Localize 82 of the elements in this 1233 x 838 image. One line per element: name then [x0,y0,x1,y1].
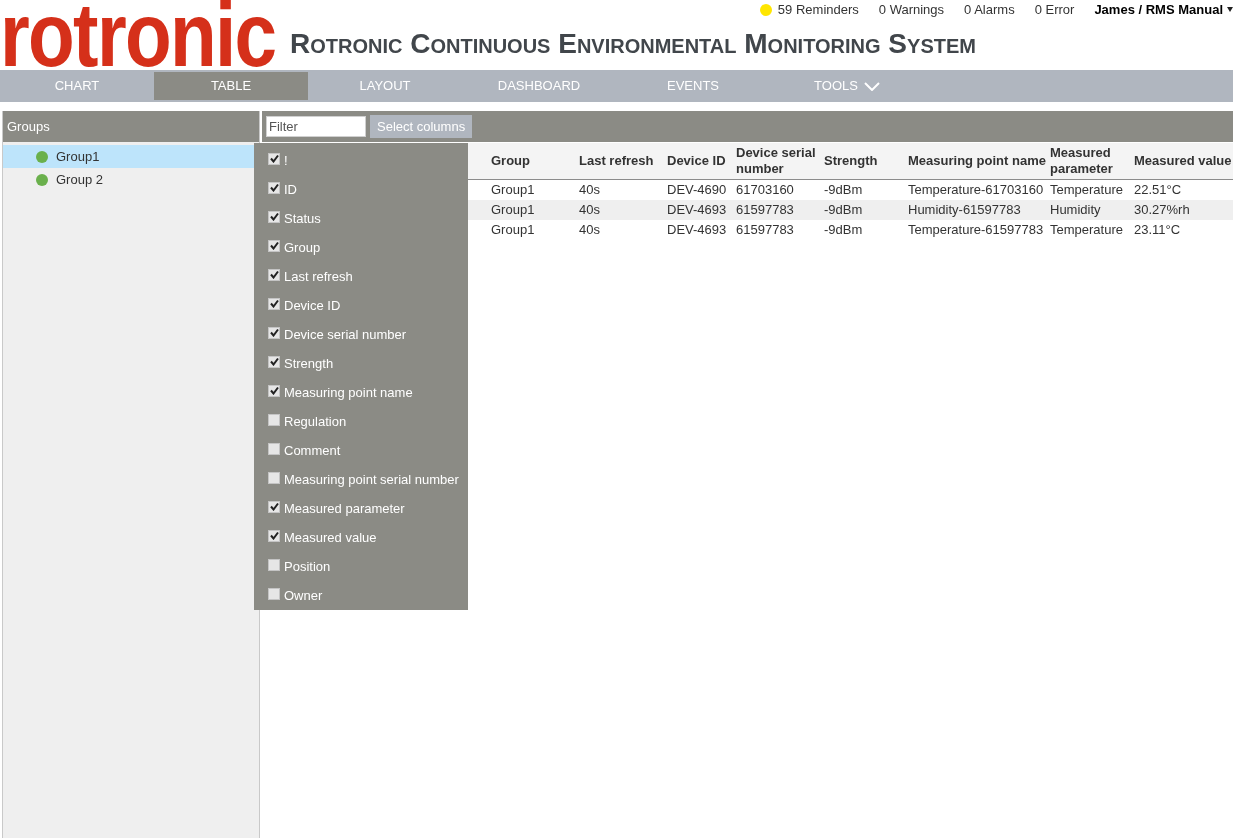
table-cell-text: 61597783 [735,221,795,240]
checkbox[interactable] [268,500,280,513]
panel-header: Groups [3,111,259,142]
column-header: Strength [823,153,879,169]
table-cell-text: 61703160 [735,181,795,200]
column-option[interactable]: Measuring point serial number [254,465,468,494]
checkbox[interactable] [268,413,280,426]
checkbox[interactable] [268,268,280,281]
table-cell-text: Temperature [1049,181,1124,200]
table-cell-text: 30.27%rh [1133,201,1191,220]
column-option[interactable]: Device serial number [254,320,468,349]
table-cell-text: 40s [578,221,601,240]
checkbox[interactable] [268,326,280,339]
column-header: Measured value [1133,153,1233,169]
table-cell-text: DEV-4693 [666,221,728,240]
table-cell-text: 23.11°C [1133,221,1182,240]
column-option[interactable]: Comment [254,436,468,465]
checkbox[interactable] [268,355,280,368]
checkbox[interactable] [268,442,280,455]
table-cell-text: Group1 [490,221,536,240]
notification-count[interactable]: 59 Reminders [777,0,859,20]
group-item[interactable]: Group 2 [3,168,254,191]
column-option[interactable]: Status [254,204,468,233]
nav-tab[interactable]: CHART [0,72,154,100]
column-header: Device ID [666,153,727,169]
nav-tab[interactable]: EVENTS [616,72,770,100]
column-option[interactable]: Measured value [254,523,468,552]
checkbox[interactable] [268,152,280,165]
table-cell-text: 22.51°C [1133,181,1183,200]
table-cell-text: DEV-4690 [666,181,728,200]
logo: rotronic [0,2,276,69]
table-cell-text: Humidity-61597783 [907,201,1022,220]
table-cell-text: Group1 [490,201,536,220]
filter-field[interactable]: Filter [266,116,366,137]
column-option[interactable]: Regulation [254,407,468,436]
checkbox[interactable] [268,297,280,310]
column-option[interactable]: Last refresh [254,262,468,291]
table-cell-text: 61597783 [735,201,795,220]
app-title: Rotronic Continuous Environmental Monitoring System [290,30,977,58]
column-header: Group [490,153,531,169]
column-option[interactable]: Strength [254,349,468,378]
select-columns-button[interactable]: Select columns [370,115,473,138]
column-option[interactable]: Measuring point name [254,378,468,407]
column-header: Device serial number [735,145,817,177]
table-cell-text: DEV-4693 [666,201,728,220]
table-cell-text: 40s [578,181,601,200]
column-option[interactable]: Position [254,552,468,581]
notification-count[interactable]: 0 Alarms [964,0,1015,20]
notification-count[interactable]: 0 Error [1034,0,1075,20]
checkbox[interactable] [268,181,280,194]
checkbox[interactable] [268,529,280,542]
table-cell-text: Temperature-61597783 [907,221,1045,240]
column-header: Last refresh [578,153,655,169]
checkbox[interactable] [268,210,280,223]
column-header: Measuring point name [907,153,1046,169]
table-cell-text: -9dBm [823,221,864,240]
nav-tab[interactable]: LAYOUT [308,72,462,100]
column-option[interactable]: ! [254,146,468,175]
checkbox[interactable] [268,587,280,600]
column-option[interactable]: Group [254,233,468,262]
nav-tab[interactable]: DASHBOARD [462,72,616,100]
nav-tab[interactable]: TABLE [154,72,308,100]
table-cell-text: Humidity [1049,201,1102,220]
user-menu[interactable]: James / RMS Manual [1094,0,1223,20]
notification-count[interactable]: 0 Warnings [878,0,945,20]
column-option[interactable]: Measured parameter [254,494,468,523]
table-cell-text: Group1 [490,181,536,200]
table-cell-text: -9dBm [823,181,864,200]
table-cell-text: Temperature [1049,221,1124,240]
group-item[interactable]: Group1 [3,145,254,168]
checkbox[interactable] [268,384,280,397]
column-option[interactable]: Device ID [254,291,468,320]
checkbox[interactable] [268,558,280,571]
column-header: Measured parameter [1049,145,1114,177]
column-option[interactable]: Owner [254,581,468,610]
checkbox[interactable] [268,471,280,484]
table-cell-text: 40s [578,201,601,220]
checkbox[interactable] [268,239,280,252]
table-cell-text: Temperature-61703160 [907,181,1045,200]
column-option[interactable]: ID [254,175,468,204]
table-cell-text: -9dBm [823,201,864,220]
nav-tab[interactable]: TOOLS [770,72,924,100]
